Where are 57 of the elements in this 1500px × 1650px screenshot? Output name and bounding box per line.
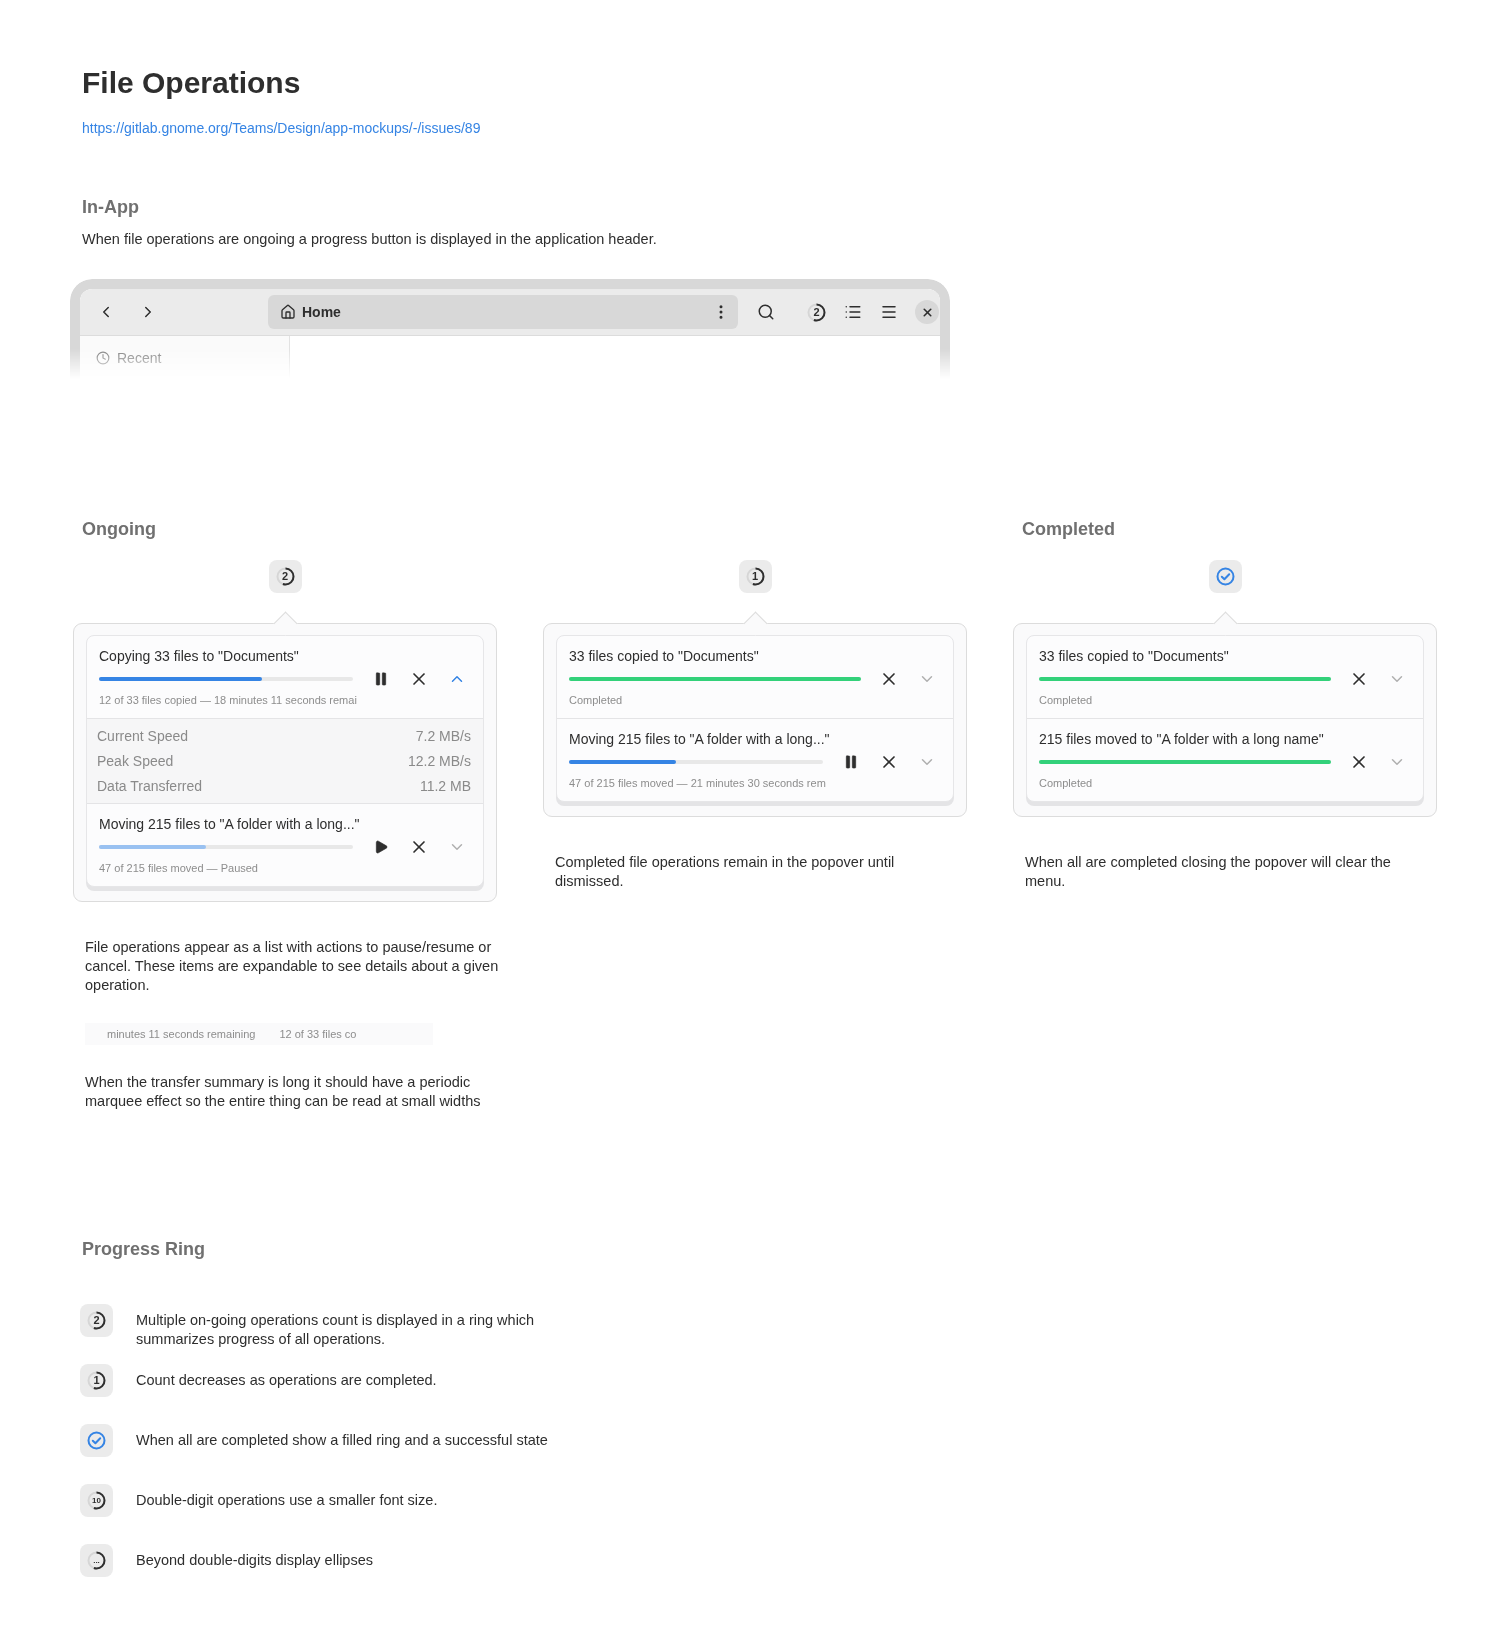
operation-title: 215 files moved to "A folder with a long name" [1039,730,1325,749]
operation-title: 33 files copied to "Documents" [1039,647,1230,666]
section-heading: In-App [82,197,140,218]
search-icon [757,303,775,321]
description-text: Multiple on-going operations count is displayed in a ring which summarizes progress of all operations. [136,1311,536,1349]
progress-button[interactable]: 10 [80,1484,113,1517]
description-text: Completed file operations remain in the popover until dismissed. [555,853,896,891]
play-icon [373,839,389,855]
detail-value: 12.2 MB/s [407,752,471,770]
transfer-summary: 12 of 33 files copied — 18 minutes 11 seconds remai [99,693,357,708]
summary-text: 12 of 33 files co [279,1028,357,1040]
progress-button[interactable]: ... [80,1544,113,1577]
transfer-summary: 47 of 215 files moved — 21 minutes 30 seconds rem [569,776,826,791]
summary-text: minutes 11 seconds remaining [107,1028,256,1040]
transfer-summary: Completed [569,693,623,708]
operation-title: 33 files copied to "Documents" [569,647,760,666]
section-heading: Completed [1022,519,1116,540]
menu-icon [880,303,898,321]
section-heading: Progress Ring [82,1239,207,1260]
description-text: Double-digit operations use a smaller font size. [136,1491,438,1510]
description-text: Beyond double-digits display ellipses [136,1551,373,1570]
close-button[interactable] [915,300,939,324]
detail-label: Peak Speed [97,752,174,770]
issue-link[interactable]: https://gitlab.gnome.org/Teams/Design/app-mockups/-/issues/89 [82,120,481,136]
location-label: Home [302,304,342,320]
description-text: When the transfer summary is long it should have a periodic marquee effect so the entire thing can be read at small widths [85,1073,482,1111]
detail-label: Data Transferred [97,777,203,795]
detail-value: 11.2 MB [419,777,471,795]
progress-button[interactable]: 1 [738,560,772,593]
clock-icon [96,351,110,365]
description-text: When all are completed closing the popover will clear the menu. [1025,853,1392,891]
page-title: File Operations [82,66,302,100]
progress-button[interactable]: 2 [800,295,833,329]
progress-button[interactable] [1208,560,1242,593]
detail-value: 7.2 MB/s [415,727,471,745]
detail-label: Current Speed [97,727,189,745]
path-bar[interactable]: Home [268,295,738,329]
home-icon [280,304,296,320]
pause-icon [373,671,389,687]
list-icon [844,303,862,321]
section-heading: Ongoing [82,519,157,540]
description-text: Count decreases as operations are completed. [136,1371,437,1390]
description-text: When file operations are ongoing a progress button is displayed in the application header. [82,230,658,249]
progress-button[interactable]: 2 [80,1304,113,1337]
transfer-summary: Completed [1039,776,1093,791]
progress-button[interactable]: 2 [268,560,302,593]
progress-button[interactable] [80,1424,113,1457]
operation-title: Moving 215 files to "A folder with a long..." [99,815,361,834]
description-text: When all are completed show a filled ring and a successful state [136,1431,548,1450]
progress-button[interactable]: 1 [80,1364,113,1397]
transfer-summary: 47 of 215 files moved — Paused [99,861,258,876]
operation-title: Moving 215 files to "A folder with a long..." [569,730,831,749]
description-text: File operations appear as a list with actions to pause/resume or cancel. These items are expandable to see details about a given operation. [85,938,500,995]
operation-title: Copying 33 files to "Documents" [99,647,300,666]
pause-icon [843,754,859,770]
transfer-summary: Completed [1039,693,1093,708]
close-icon [920,305,934,319]
